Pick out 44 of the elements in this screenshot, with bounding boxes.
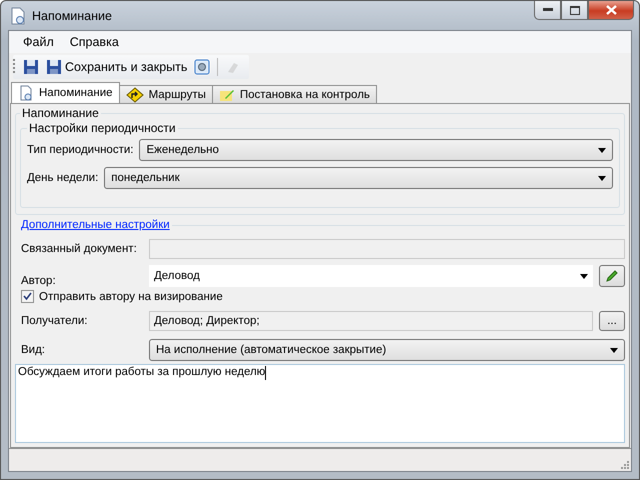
dropdown-arrow-icon — [610, 348, 618, 352]
dropdown-arrow-icon — [598, 148, 606, 152]
field-label: Вид: — [20, 344, 46, 356]
field-label: День недели: — [27, 172, 98, 184]
dropdown-arrow-icon — [580, 274, 588, 278]
minimize-button[interactable] — [534, 1, 561, 20]
dropdown[interactable]: понедельник — [104, 167, 613, 189]
close-icon — [606, 5, 616, 15]
edit-button[interactable] — [599, 265, 625, 287]
linked-document-field[interactable] — [149, 239, 625, 259]
field-label: Получатели: — [20, 315, 88, 327]
checkmark-icon — [23, 292, 32, 301]
window-title: Напоминание — [32, 8, 112, 22]
approval-checkbox[interactable]: Отправить автору на визирование — [15, 290, 625, 303]
maximize-button[interactable] — [561, 1, 588, 20]
menu-item[interactable]: Справка — [62, 35, 127, 49]
tab[interactable]: Маршруты — [118, 85, 213, 103]
document-icon — [18, 85, 34, 101]
pencil-icon — [605, 269, 619, 283]
browse-button[interactable]: ... — [599, 311, 625, 331]
document-icon — [10, 6, 26, 24]
recipients-field[interactable]: Деловод; Директор; — [149, 311, 593, 331]
close-button[interactable] — [588, 1, 634, 20]
dropdown-arrow-icon — [598, 176, 606, 180]
author-dropdown[interactable]: Деловод — [149, 265, 593, 287]
memo-field[interactable]: Обсуждаем итоги работы за прошлую неделю — [15, 364, 625, 443]
tab[interactable]: Напоминание — [11, 82, 120, 103]
field-label: Связанный документ: — [20, 243, 138, 255]
save-close-button[interactable]: Сохранить и закрыть — [44, 58, 190, 76]
save-button[interactable] — [21, 58, 41, 76]
field-label: Автор: — [20, 275, 57, 287]
group-title: Настройки периодичности — [28, 121, 177, 135]
dropdown[interactable]: Еженедельно — [139, 139, 613, 161]
group-title: Напоминание — [21, 106, 100, 120]
maximize-icon — [570, 6, 580, 14]
route-sign-icon — [126, 86, 144, 102]
tab[interactable]: Постановка на контроль — [212, 85, 377, 103]
type-dropdown[interactable]: На исполнение (автоматическое закрытие) — [149, 339, 625, 361]
menu-item[interactable]: Файл — [15, 35, 62, 49]
field-label: Тип периодичности: — [27, 144, 134, 156]
minimize-icon — [542, 8, 552, 12]
advanced-settings-link[interactable]: Дополнительные настройки — [15, 219, 170, 231]
settings-icon — [194, 59, 210, 75]
settings-button[interactable] — [192, 58, 212, 76]
